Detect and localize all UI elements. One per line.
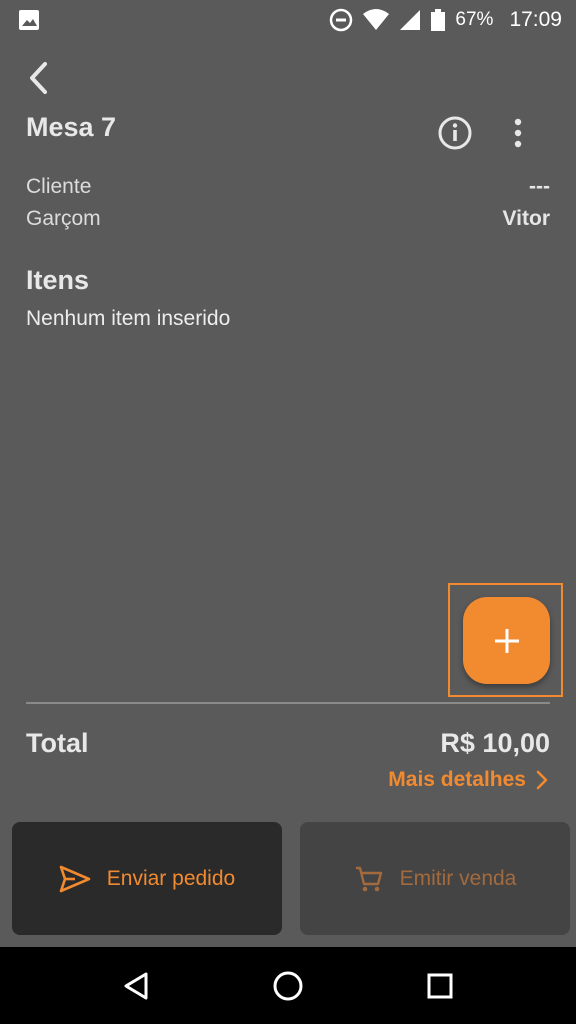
more-options-button[interactable] — [506, 114, 530, 152]
cart-icon — [354, 864, 384, 894]
do-not-disturb-icon — [329, 8, 353, 32]
page-title: Mesa 7 — [26, 112, 117, 142]
signal-icon — [399, 9, 421, 31]
image-icon — [18, 9, 40, 31]
issue-sale-label: Emitir venda — [399, 866, 517, 890]
plus-icon — [494, 628, 520, 654]
wifi-icon — [363, 9, 390, 31]
battery-percent: 67% — [455, 9, 494, 30]
back-arrow-icon — [27, 61, 49, 95]
total-label: Total — [26, 728, 89, 758]
cliente-row: Cliente --- — [26, 175, 550, 199]
garcom-value: Vitor — [502, 207, 550, 230]
send-order-button[interactable]: Enviar pedido — [12, 822, 282, 935]
issue-sale-button[interactable]: Emitir venda — [300, 822, 570, 935]
garcom-label: Garçom — [26, 207, 101, 230]
info-icon — [436, 114, 474, 152]
chevron-right-icon — [536, 770, 548, 790]
more-vert-icon — [513, 118, 523, 148]
back-button[interactable] — [20, 58, 56, 98]
cliente-label: Cliente — [26, 175, 92, 198]
send-icon — [59, 865, 91, 893]
divider — [26, 702, 550, 704]
send-order-label: Enviar pedido — [106, 866, 236, 890]
clock: 17:09 — [509, 8, 562, 31]
system-nav-bar — [0, 947, 576, 1024]
nav-home-icon[interactable] — [258, 956, 318, 1016]
add-item-button[interactable] — [463, 597, 550, 684]
nav-recents-icon[interactable] — [410, 956, 470, 1016]
more-details-link[interactable]: Mais detalhes — [388, 768, 548, 792]
total-value: R$ 10,00 — [440, 728, 550, 758]
items-empty-text: Nenhum item inserido — [26, 307, 231, 330]
more-details-label: Mais detalhes — [388, 768, 526, 791]
battery-icon — [431, 9, 446, 31]
nav-back-icon[interactable] — [106, 956, 166, 1016]
garcom-row: Garçom Vitor — [26, 207, 550, 231]
cliente-value: --- — [529, 175, 550, 198]
items-title: Itens — [26, 265, 90, 295]
info-button[interactable] — [436, 114, 474, 152]
status-bar: 67% 17:09 — [0, 0, 576, 40]
